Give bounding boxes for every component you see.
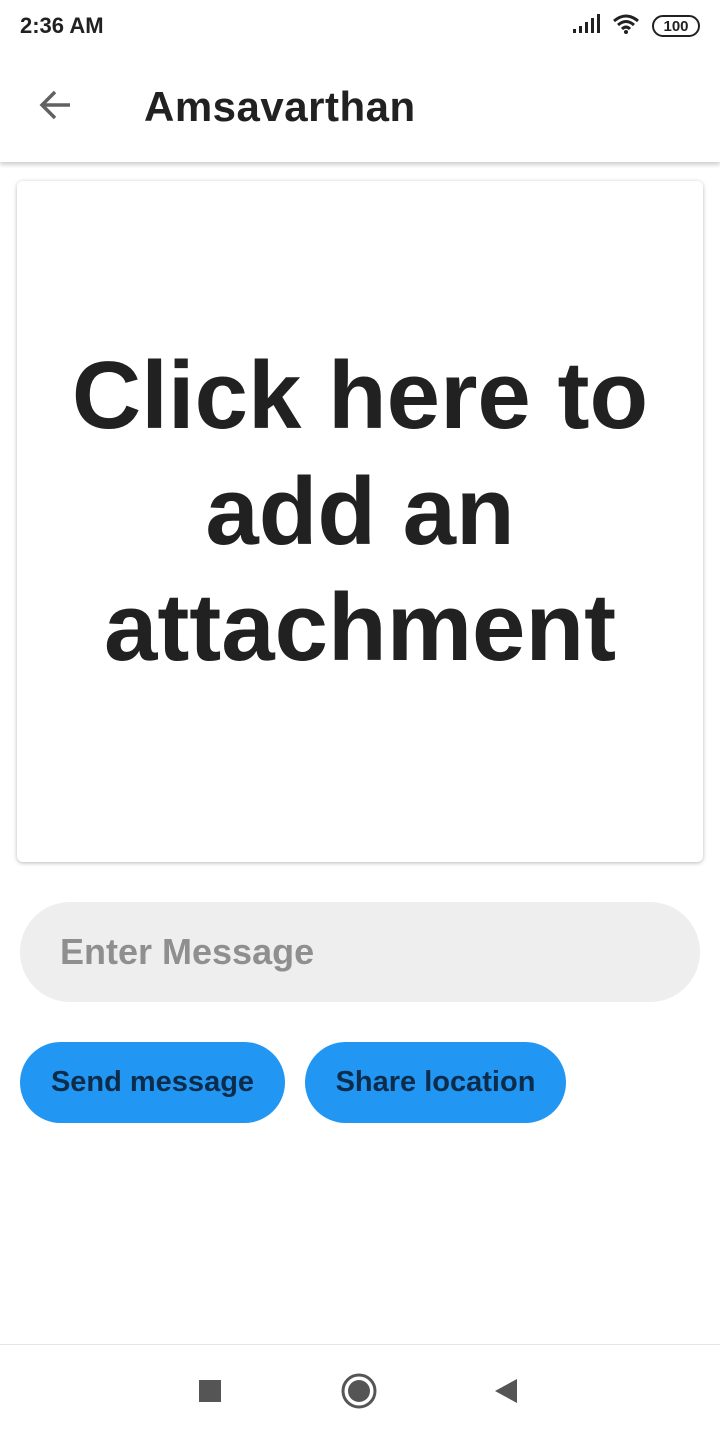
attachment-picker[interactable]: Click here to add an attachment [17, 181, 703, 862]
battery-icon: 100 [652, 15, 700, 37]
status-icons: 100 [572, 13, 700, 40]
wifi-icon [612, 13, 640, 40]
arrow-left-icon [38, 87, 74, 128]
home-circle-icon [340, 1372, 378, 1415]
status-time: 2:36 AM [20, 13, 104, 38]
message-input[interactable] [20, 902, 700, 1002]
send-message-button[interactable]: Send message [20, 1042, 285, 1123]
system-nav-bar [0, 1344, 720, 1440]
back-button[interactable] [20, 71, 92, 143]
share-location-button[interactable]: Share location [305, 1042, 566, 1123]
system-back-button[interactable] [482, 1369, 530, 1417]
app-bar: Amsavarthan [0, 52, 720, 162]
signal-icon [572, 13, 600, 39]
attachment-prompt: Click here to add an attachment [71, 341, 649, 681]
battery-level: 100 [663, 17, 689, 35]
back-triangle-icon [493, 1377, 519, 1410]
recents-square-icon [198, 1379, 222, 1408]
page-title: Amsavarthan [144, 83, 416, 130]
recents-button[interactable] [186, 1369, 234, 1417]
home-button[interactable] [335, 1369, 383, 1417]
status-bar: 2:36 AM 100 [0, 0, 720, 52]
